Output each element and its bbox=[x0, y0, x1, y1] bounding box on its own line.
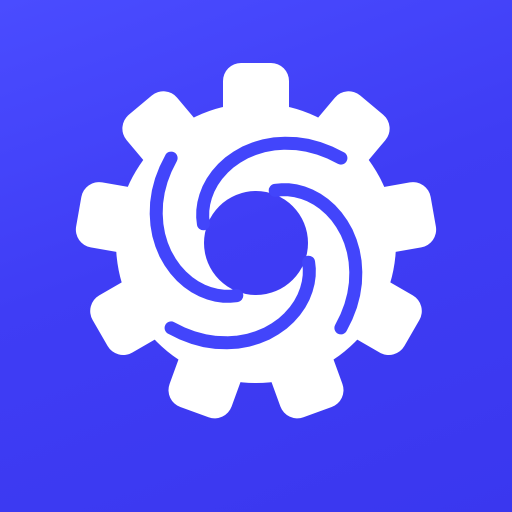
app-icon bbox=[0, 0, 512, 512]
gear-body bbox=[0, 0, 512, 512]
gear-icon bbox=[0, 0, 512, 512]
